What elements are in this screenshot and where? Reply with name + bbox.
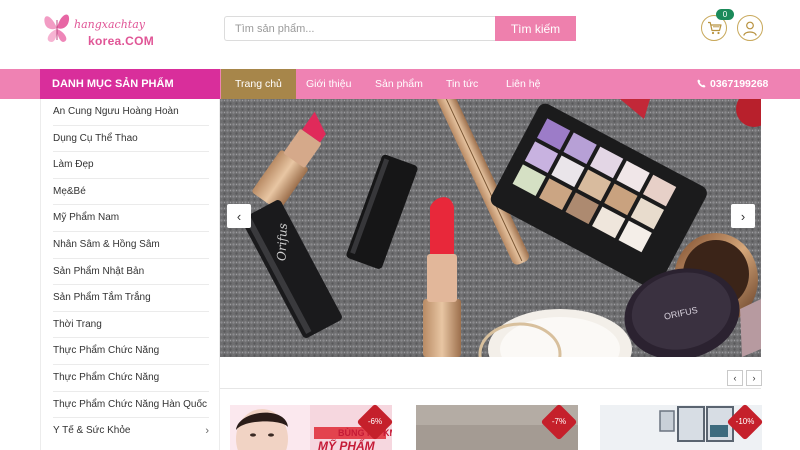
- chevron-left-icon: ‹: [236, 208, 242, 224]
- logo-text-top: hangxachtay: [74, 18, 145, 31]
- chevron-right-icon: ›: [752, 373, 756, 383]
- sidebar-item-label: Thực Phẩm Chức Năng: [53, 372, 160, 383]
- sidebar-item-label: Mẹ&Bé: [53, 185, 86, 197]
- sidebar-item-sports[interactable]: Dụng Cụ Thể Thao: [53, 126, 209, 153]
- discount-badge: -10%: [735, 417, 755, 426]
- nav-contact[interactable]: Liên hệ: [506, 69, 540, 99]
- chevron-right-icon: ›: [740, 208, 746, 224]
- cart-count-badge: 0: [716, 9, 734, 20]
- nav-about[interactable]: Giới thiệu: [306, 69, 351, 99]
- sidebar-item-label: Mỹ Phẩm Nam: [53, 212, 120, 224]
- section-divider: [220, 388, 761, 389]
- sidebar-item-japan[interactable]: Sản Phẩm Nhật Bản: [53, 259, 209, 286]
- sidebar-item-label: Sản Phẩm Nhật Bản: [53, 265, 145, 277]
- sidebar-item-mother-baby[interactable]: Mẹ&Bé: [53, 179, 209, 206]
- nav-products[interactable]: Sản phẩm: [375, 69, 423, 99]
- sidebar-item-ginseng[interactable]: Nhân Sâm & Hồng Sâm: [53, 232, 209, 259]
- products-next-button[interactable]: ›: [746, 370, 762, 386]
- sidebar-item-supplements-2[interactable]: Thực Phẩm Chức Năng: [53, 365, 209, 392]
- hotline[interactable]: 0367199268: [697, 69, 768, 99]
- banner-brand-text: Orifus: [275, 223, 290, 261]
- chevron-right-icon: ›: [205, 425, 209, 438]
- category-menu-title[interactable]: DANH MỤC SẢN PHẨM: [40, 69, 220, 99]
- sidebar-item-label: Nhân Sâm & Hồng Sâm: [53, 239, 160, 250]
- butterfly-logo-icon: [44, 14, 70, 42]
- sidebar-item-label: Thời Trang: [53, 318, 102, 330]
- search-button[interactable]: Tìm kiếm: [495, 16, 576, 41]
- hotline-number: 0367199268: [710, 78, 769, 90]
- sidebar-item-supplements[interactable]: Thực Phẩm Chức Năng: [53, 338, 209, 365]
- product-banner-text-2: MỸ PHẨM: [318, 438, 376, 450]
- logo-text-bottom: korea.COM: [88, 34, 155, 48]
- sidebar-item-label: Dụng Cụ Thể Thao: [53, 132, 138, 144]
- sidebar-item-men-cosmetics[interactable]: Mỹ Phẩm Nam: [53, 205, 209, 232]
- sidebar-item-label: Thực Phẩm Chức Năng: [53, 345, 160, 357]
- sidebar-item-whitening[interactable]: Sản Phẩm Tắm Trắng: [53, 285, 209, 312]
- sidebar-item-label: An Cung Ngưu Hoàng Hoàn: [53, 106, 179, 117]
- search-bar: Tìm kiếm: [224, 16, 576, 41]
- sidebar-item-label: Thực Phẩm Chức Năng Hàn Quốc: [53, 398, 208, 410]
- search-input[interactable]: [224, 16, 496, 41]
- hero-banner-slider[interactable]: Orifus ORIFUS: [220, 99, 761, 357]
- slider-prev-button[interactable]: ‹: [227, 204, 251, 228]
- sidebar-item-fashion[interactable]: Thời Trang: [53, 312, 209, 339]
- cosmetics-photo: Orifus ORIFUS: [220, 99, 761, 357]
- products-prev-button[interactable]: ‹: [727, 370, 743, 386]
- sidebar-item-label: Y Tế & Sức Khỏe: [53, 425, 131, 437]
- sidebar-item-label: Làm Đẹp: [53, 159, 94, 171]
- header: hangxachtay korea.COM Tìm kiếm 0: [0, 0, 800, 69]
- user-icon: [743, 21, 757, 36]
- nav-news[interactable]: Tin tức: [446, 69, 478, 99]
- sidebar-item-beauty[interactable]: Làm Đẹp: [53, 152, 209, 179]
- discount-badge: -6%: [367, 417, 383, 426]
- category-sidebar: An Cung Ngưu Hoàng Hoàn Dụng Cụ Thể Thao…: [40, 99, 220, 450]
- discount-badge: -7%: [551, 417, 567, 426]
- sidebar-item-label: Sản Phẩm Tắm Trắng: [53, 292, 151, 304]
- nav-home[interactable]: Trang chủ: [221, 69, 296, 99]
- chevron-left-icon: ‹: [733, 373, 737, 383]
- sidebar-item-health[interactable]: Y Tế & Sức Khỏe ›: [53, 418, 209, 445]
- slider-next-button[interactable]: ›: [731, 204, 755, 228]
- sidebar-item-an-cung[interactable]: An Cung Ngưu Hoàng Hoàn: [53, 99, 209, 126]
- site-logo[interactable]: hangxachtay korea.COM: [40, 8, 170, 48]
- sidebar-item-korea-supplements[interactable]: Thực Phẩm Chức Năng Hàn Quốc: [53, 392, 209, 419]
- cart-icon: [707, 21, 722, 35]
- page: hangxachtay korea.COM Tìm kiếm 0 DANH MỤ…: [0, 0, 800, 450]
- account-button[interactable]: [737, 15, 763, 41]
- phone-icon: [697, 79, 706, 88]
